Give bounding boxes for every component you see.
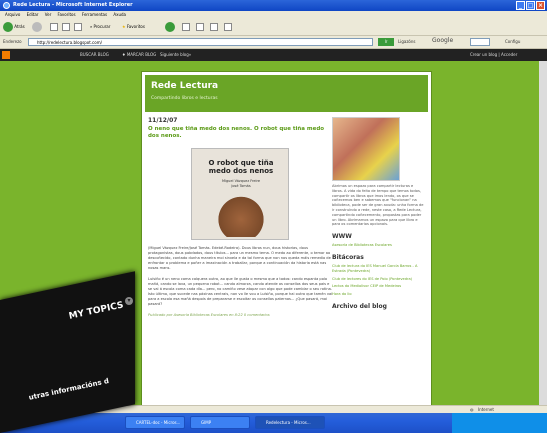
print-icon[interactable] (196, 23, 204, 31)
post-paragraph: Luísiño é un neno coma calquera outro, a… (148, 277, 333, 306)
www-heading: WWW (332, 233, 352, 241)
flag-blog-link[interactable]: ♦ MARCAR BLOG (122, 49, 156, 61)
toolbar: Atrás ⌕ Procurar ★ Favoritos (0, 19, 547, 36)
google-search-input[interactable] (470, 38, 490, 46)
sidebar-link[interactable]: Club de lectura do IES Manuel García Bar… (332, 264, 424, 274)
refresh-icon[interactable] (62, 23, 70, 31)
menu-tools[interactable]: Ferramentas (82, 12, 107, 17)
search-blog-link[interactable]: BUSCAR BLOG (80, 49, 109, 61)
create-blog-link[interactable]: Crear un blog | Acceder (470, 49, 517, 61)
blog-subtitle: Compartindo libros e lecturas (151, 96, 218, 101)
blog-header: Rede Lectura Compartindo libros e lectur… (145, 75, 428, 112)
settings-button[interactable]: Configu (505, 39, 520, 44)
chevron-down-icon[interactable]: ▾ (125, 297, 133, 305)
mail-icon[interactable] (182, 23, 190, 31)
forward-icon[interactable] (32, 22, 42, 32)
ie-icon (3, 2, 10, 9)
maximize-button[interactable]: □ (526, 1, 535, 10)
menu-help[interactable]: Axuda (113, 12, 126, 17)
taskbar-button[interactable]: GIMP (190, 416, 250, 429)
bitacoras-heading: Bitácoras (332, 253, 364, 261)
menu-file[interactable]: Arquivo (5, 12, 20, 17)
home-icon[interactable] (74, 23, 82, 31)
favorites-icon[interactable]: ★ (122, 24, 126, 29)
search-icon[interactable]: ⌕ (90, 24, 92, 29)
next-blog-link[interactable]: Siguiente blog» (160, 49, 191, 61)
blog-title[interactable]: Rede Lectura (151, 81, 218, 91)
menu-view[interactable]: Ver (45, 12, 52, 17)
address-bar: Enderezo http://redelectura.blogspot.com… (0, 36, 547, 49)
taskbar: CARTEL-doc - Micros... GIMP Redelectura … (0, 413, 547, 433)
window-title: Rede Lectura - Microsoft Internet Explor… (13, 2, 133, 8)
sidebar-link[interactable]: Club de lectores do IES de Poio (Ponteve… (332, 277, 424, 282)
back-icon[interactable] (3, 22, 13, 32)
go-button[interactable]: Ir (378, 38, 394, 46)
blogger-navbar: BUSCAR BLOG ♦ MARCAR BLOG Siguiente blog… (0, 49, 547, 61)
close-button[interactable]: × (536, 1, 545, 10)
blogger-icon[interactable] (2, 51, 10, 59)
blog-container: Rede Lectura Compartindo libros e lectur… (141, 71, 432, 420)
sidebar: Abrimos un espazo para compartir lectura… (332, 117, 424, 313)
sidebar-photo (332, 117, 400, 181)
taskbar-button[interactable]: CARTEL-doc - Micros... (125, 416, 185, 429)
post-title[interactable]: O neno que tiña medo dos nenos. O robot … (148, 126, 333, 140)
back-label[interactable]: Atrás (14, 24, 24, 29)
sidebar-intro: Abrimos un espazo para compartir lectura… (332, 184, 424, 227)
search-label[interactable]: Procurar (94, 24, 111, 29)
book-cover-title: O robot que tiña medo dos nenos (208, 159, 274, 175)
menu-edit[interactable]: Editar (27, 12, 39, 17)
main-column: 11/12/07 O neno que tiña medo dos nenos.… (148, 117, 333, 318)
history-icon[interactable] (165, 22, 175, 32)
google-logo: Google (432, 37, 454, 44)
system-tray (452, 413, 547, 433)
sidebar-link[interactable]: Hora do lio (332, 292, 424, 297)
messenger-icon[interactable] (224, 23, 232, 31)
archive-heading: Archivo del blog (332, 302, 387, 310)
title-bar: Rede Lectura - Microsoft Internet Explor… (0, 0, 547, 11)
book-cover-illustration (210, 193, 272, 237)
vertical-scrollbar[interactable] (539, 61, 547, 420)
sidebar-link[interactable]: Asesoría de Bibliotecas Escolares (332, 243, 424, 248)
post-date: 11/12/07 (148, 117, 178, 124)
post-footer[interactable]: Publicado por Asesoría Bibliotecas Escol… (148, 313, 333, 318)
book-cover-image: O robot que tiña medo dos nenos Miguel V… (191, 148, 289, 240)
taskbar-button[interactable]: Redelectura - Micros... (255, 416, 325, 429)
sidebar-link[interactable]: Lectos do Mediolivor CEIP de Medeiros (332, 284, 424, 289)
stop-icon[interactable] (50, 23, 58, 31)
edit-icon[interactable] (210, 23, 218, 31)
menu-bar: Arquivo Editar Ver Favoritos Ferramentas… (0, 11, 547, 19)
links-label[interactable]: Ligazóns (398, 39, 416, 44)
favorites-label[interactable]: Favoritos (127, 24, 145, 29)
minimize-button[interactable]: _ (516, 1, 525, 10)
menu-favorites[interactable]: Favoritos (58, 12, 76, 17)
book-cover-authors: Miguel Vázquez Freire José Tomás (221, 179, 261, 188)
address-input[interactable]: http://redelectura.blogspot.com/ (28, 38, 373, 46)
post-paragraph: (Miguel Vázquez Freire/José Tomás. Edebé… (148, 246, 331, 270)
address-label: Enderezo (3, 39, 22, 44)
